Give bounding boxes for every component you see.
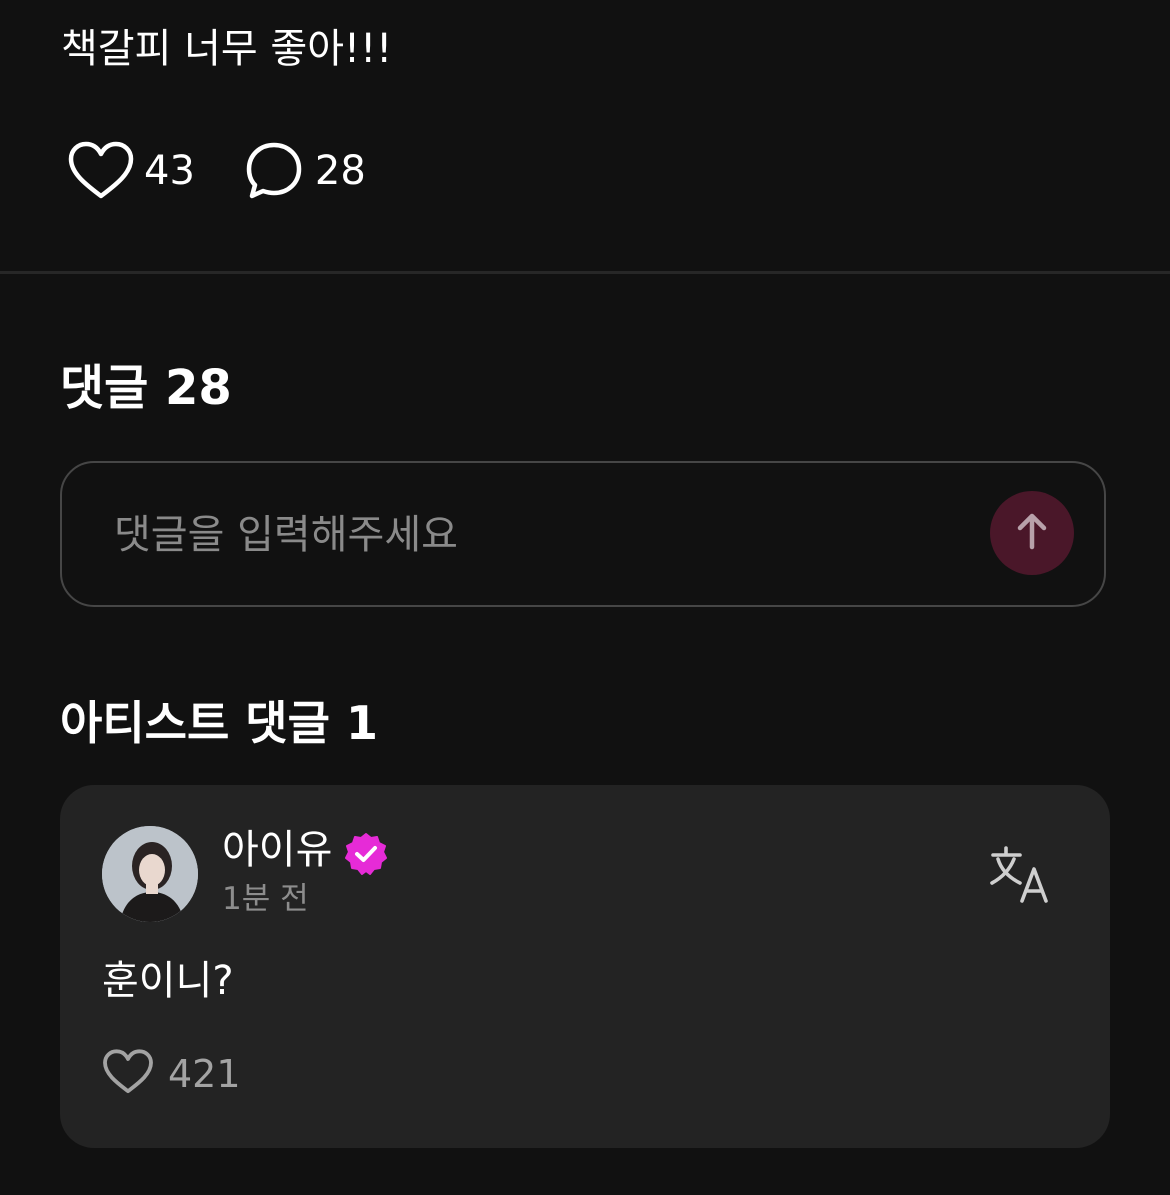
like-button[interactable]: 43: [68, 141, 195, 201]
comment-author: 아이유: [222, 827, 333, 873]
avatar[interactable]: [102, 826, 198, 922]
comment-like-count: 421: [168, 1052, 241, 1096]
artist-comment-card: 아이유 1분 전 훈이니? 421: [60, 785, 1110, 1148]
speech-bubble-icon: [243, 140, 305, 202]
post-text: 책갈피 너무 좋아!!!: [61, 26, 393, 72]
comment-input[interactable]: [112, 499, 976, 571]
comment-text: 훈이니?: [102, 958, 234, 1004]
translate-button[interactable]: [988, 845, 1052, 909]
arrow-up-icon: [1014, 511, 1050, 555]
comment-count: 28: [314, 148, 366, 194]
heart-icon: [68, 141, 134, 201]
comment-button[interactable]: 28: [243, 140, 366, 202]
heart-icon: [102, 1049, 154, 1099]
comments-title: 댓글 28: [60, 360, 232, 416]
post-reactions: 43 28: [68, 140, 366, 202]
section-divider: [0, 271, 1170, 274]
comment-input-box: [60, 461, 1106, 607]
comment-like-button[interactable]: 421: [102, 1049, 241, 1099]
like-count: 43: [144, 148, 195, 194]
translate-icon: [988, 846, 1052, 909]
verified-badge-icon: [344, 832, 388, 880]
comment-time: 1분 전: [222, 881, 309, 917]
send-button[interactable]: [990, 491, 1074, 575]
artist-comments-title: 아티스트 댓글 1: [60, 696, 378, 750]
